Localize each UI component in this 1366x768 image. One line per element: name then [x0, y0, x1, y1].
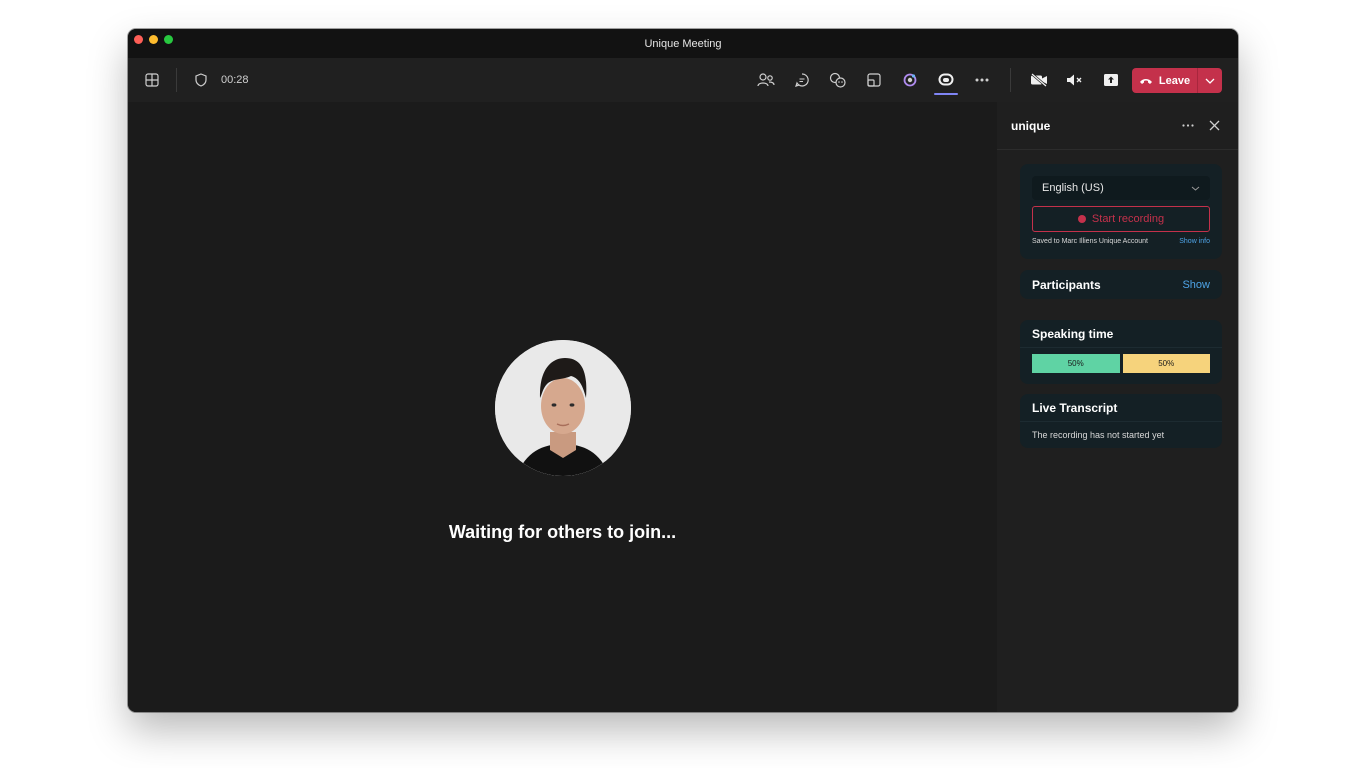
phone-icon: [1139, 78, 1152, 84]
rooms-icon[interactable]: [856, 58, 892, 102]
participants-title: Participants: [1032, 277, 1101, 292]
participants-card: Participants Show: [1020, 270, 1222, 299]
transcript-status: The recording has not started yet: [1032, 430, 1165, 440]
chat-icon[interactable]: [784, 58, 820, 102]
zoom-window-button[interactable]: [164, 35, 173, 44]
show-info-link[interactable]: Show info: [1179, 238, 1210, 245]
speaker-mute-icon[interactable]: [1057, 58, 1093, 102]
side-panel: unique English (US) Start recording Save…: [997, 102, 1238, 712]
meeting-timer: 00:28: [221, 74, 249, 86]
speaking-time-card: Speaking time 50% 50%: [1020, 320, 1222, 384]
meeting-toolbar: 00:28 Leave: [128, 58, 1238, 102]
speaking-time-bar-2: 50%: [1122, 354, 1210, 373]
meeting-window: Unique Meeting 00:28 Leave Waiting for o…: [128, 29, 1238, 712]
speaking-time-bars: 50% 50%: [1020, 348, 1222, 373]
recording-card: English (US) Start recording Saved to Ma…: [1020, 164, 1222, 259]
shield-icon[interactable]: [191, 70, 211, 90]
meeting-stage: Waiting for others to join...: [128, 102, 997, 712]
waiting-message: Waiting for others to join...: [448, 522, 677, 542]
record-icon: [1077, 215, 1086, 223]
avatar: [495, 340, 631, 476]
close-window-button[interactable]: [134, 35, 143, 44]
participants-show-link[interactable]: Show: [1182, 279, 1210, 291]
grid-icon[interactable]: [142, 70, 162, 90]
title-bar: Unique Meeting: [128, 29, 1238, 58]
saved-location-text: Saved to Marc Illiens Unique Account: [1032, 238, 1148, 245]
reactions-icon[interactable]: [820, 58, 856, 102]
minimize-window-button[interactable]: [149, 35, 158, 44]
panel-title: unique: [1011, 118, 1051, 133]
start-recording-label: Start recording: [1091, 213, 1165, 225]
leave-button[interactable]: Leave: [1132, 68, 1222, 93]
toolbar-divider: [176, 68, 177, 92]
live-transcript-card: Live Transcript The recording has not st…: [1020, 394, 1222, 448]
more-icon[interactable]: [964, 58, 1000, 102]
more-icon[interactable]: [1178, 116, 1198, 136]
leave-label: Leave: [1158, 74, 1191, 87]
language-value: English (US): [1042, 182, 1104, 194]
toolbar-divider: [1010, 68, 1011, 92]
close-icon[interactable]: [1204, 116, 1224, 136]
chevron-down-icon: [1191, 186, 1200, 191]
language-select[interactable]: English (US): [1032, 176, 1210, 200]
start-recording-button[interactable]: Start recording: [1032, 206, 1210, 232]
live-transcript-title: Live Transcript: [1032, 400, 1118, 415]
unique-app-icon[interactable]: [928, 58, 964, 102]
apps-icon[interactable]: [892, 58, 928, 102]
share-icon[interactable]: [1093, 58, 1129, 102]
speaking-time-title: Speaking time: [1032, 326, 1114, 341]
panel-header: unique: [997, 102, 1238, 150]
leave-options-button[interactable]: [1198, 68, 1222, 93]
window-controls: [134, 35, 173, 44]
window-title: Unique Meeting: [644, 37, 722, 50]
speaking-time-bar-1: 50%: [1032, 354, 1120, 373]
people-icon[interactable]: [748, 58, 784, 102]
camera-off-icon[interactable]: [1021, 58, 1057, 102]
chevron-down-icon: [1205, 78, 1215, 84]
